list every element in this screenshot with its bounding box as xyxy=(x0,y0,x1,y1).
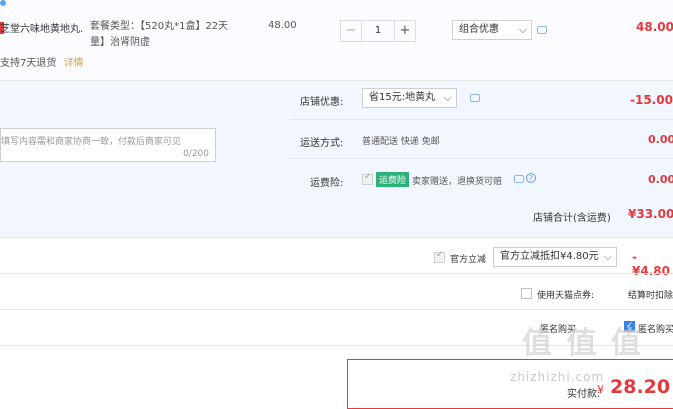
details-link[interactable]: 详情 xyxy=(64,58,84,69)
watermark-logo: 值 值 值 xyxy=(522,326,643,361)
shipping-label: 运送方式: xyxy=(300,138,344,149)
discount-select[interactable]: 省15元:地黄丸 ⌵ xyxy=(362,88,457,108)
official-discount-label: 官方立减 xyxy=(450,255,487,265)
discount-label: 店铺优惠: xyxy=(300,97,344,108)
tmall-points-label: 使用天猫点券: xyxy=(537,291,595,301)
watermark-url: zhizhizhi.com xyxy=(510,370,605,384)
promo-select-label: 组合优惠 xyxy=(459,24,499,35)
payment-amount: 28.20 xyxy=(610,376,671,398)
message-textarea[interactable]: 填写内容需和商家协商一致，付款后商家可见 0/200 xyxy=(0,128,216,162)
message-icon[interactable] xyxy=(470,94,480,102)
insurance-badge: 运费险 xyxy=(376,172,410,187)
unit-price: 48.00 xyxy=(268,20,297,31)
insurance-label: 运费险: xyxy=(310,178,344,189)
promo-select[interactable]: 组合优惠 ⌵ xyxy=(452,20,532,40)
tmall-points-checkbox[interactable] xyxy=(521,288,532,299)
message-counter: 0/200 xyxy=(183,149,209,159)
official-discount-checkbox[interactable] xyxy=(434,250,445,263)
help-icon[interactable]: ? xyxy=(526,173,536,183)
anonymous-text: 匿名购买 xyxy=(638,325,673,335)
discount-select-label: 省15元:地黄丸 xyxy=(369,92,436,103)
return-policy: 支持7天退货 详情 xyxy=(0,54,84,69)
product-subtotal: 48.00 xyxy=(636,20,673,34)
message-icon[interactable] xyxy=(514,175,524,183)
increase-button[interactable]: + xyxy=(394,20,416,42)
shop-total-amount: ¥33.00 xyxy=(628,207,673,221)
tmall-points-right-text: 结算时扣除 xyxy=(628,291,673,301)
decrease-button[interactable]: − xyxy=(340,20,362,42)
product-name[interactable]: 芝堂六味地黄地丸... xyxy=(0,20,84,35)
message-placeholder: 填写内容需和商家协商一致，付款后商家可见 xyxy=(1,137,182,147)
chevron-down-icon: ⌵ xyxy=(443,91,452,104)
payment-label: 实付款: xyxy=(567,389,601,400)
shipping-value: 普通配送 快递 免邮 xyxy=(362,137,440,147)
chevron-down-icon: ⌵ xyxy=(518,23,527,36)
official-discount-select-label: 官方立减抵扣¥4.80元 xyxy=(500,251,599,262)
product-spec: 套餐类型：【520丸*1盒】22天量】治肾阴虚 xyxy=(90,21,229,48)
select-indicator xyxy=(0,0,6,6)
message-icon[interactable] xyxy=(537,26,547,34)
quantity-input[interactable]: 1 xyxy=(362,20,394,42)
quantity-stepper[interactable]: − 1 + xyxy=(340,20,416,42)
payment-currency: ¥ xyxy=(597,383,604,396)
return-policy-text: 支持7天退货 xyxy=(0,58,57,69)
shop-total-label: 店铺合计(含运费) xyxy=(533,213,611,224)
insurance-text: 卖家赠送，退换货可赔 xyxy=(412,177,503,187)
shipping-amount: 0.00 xyxy=(648,133,673,146)
discount-amount: -15.00 xyxy=(630,93,673,107)
chevron-down-icon: ⌵ xyxy=(603,250,612,263)
insurance-amount: 0.00 xyxy=(648,173,673,186)
insurance-checkbox[interactable] xyxy=(362,172,373,185)
official-discount-select[interactable]: 官方立减抵扣¥4.80元 ⌵ xyxy=(493,247,617,267)
